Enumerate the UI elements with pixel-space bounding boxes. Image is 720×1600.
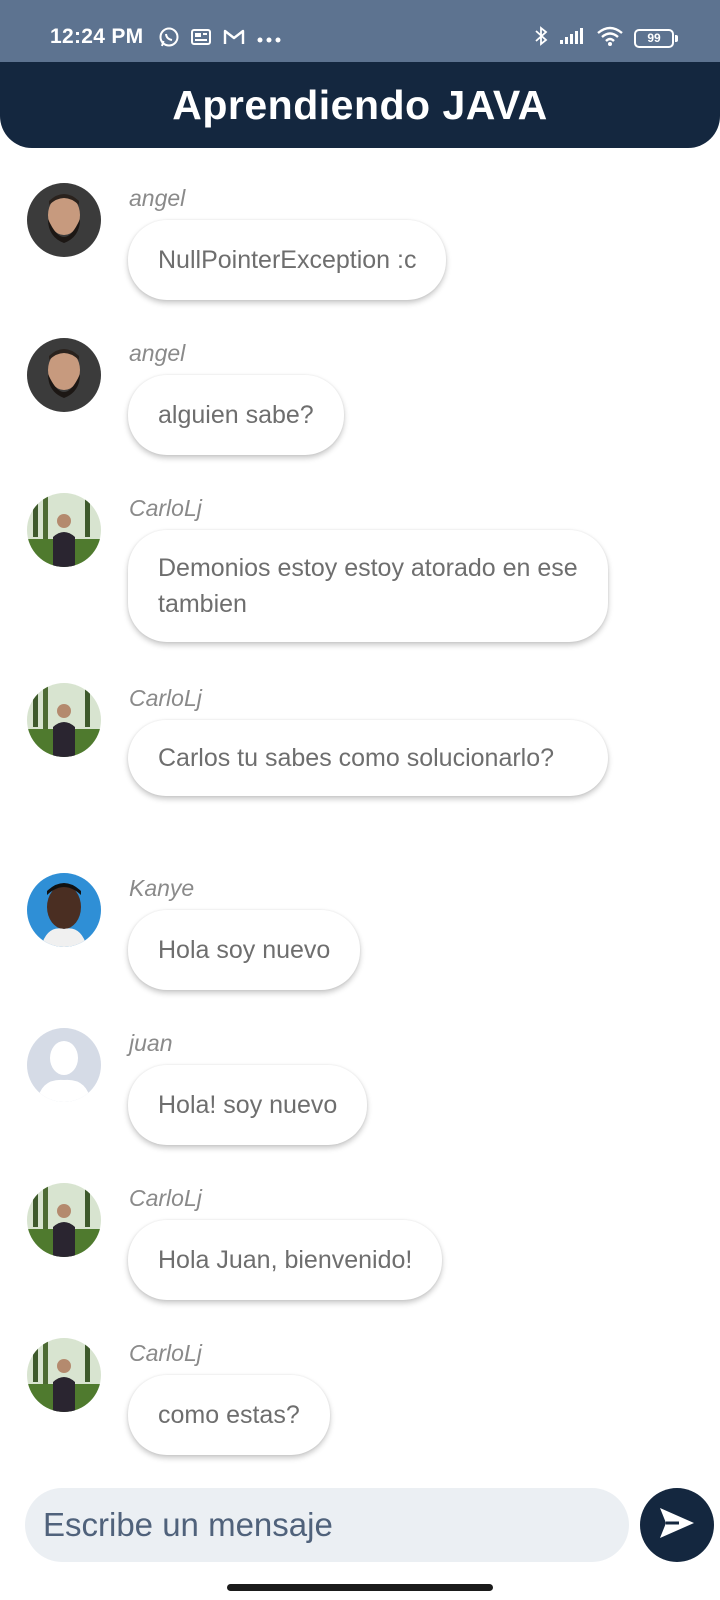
battery-icon: 99 [634, 29, 678, 48]
message-item: angel alguien sabe? [0, 335, 720, 490]
message-bubble[interactable]: Hola soy nuevo [128, 910, 361, 990]
message-item: Kanye Hola soy nuevo [0, 870, 720, 1025]
status-bar: 12:24 PM 99 [0, 0, 720, 62]
home-indicator[interactable] [227, 1584, 493, 1591]
sender-name: angel [129, 185, 186, 211]
message-bubble[interactable]: alguien sabe? [128, 375, 344, 455]
message-bubble[interactable]: como estas? [128, 1375, 330, 1455]
chat-header: Aprendiendo JAVA [0, 62, 720, 148]
message-item: CarloLj Carlos tu sabes como solucionarl… [0, 680, 720, 870]
message-list[interactable]: angel NullPointerException :c angel algu… [0, 180, 720, 1490]
whatsapp-icon [158, 26, 180, 53]
man-in-suit-garden-avatar[interactable] [27, 493, 101, 567]
message-bubble[interactable]: NullPointerException :c [128, 220, 447, 300]
message-bubble[interactable]: Hola Juan, bienvenido! [128, 1220, 443, 1300]
send-button[interactable] [640, 1488, 714, 1562]
message-bubble[interactable]: Carlos tu sabes como solucionarlo? [128, 720, 608, 796]
sender-name: Kanye [129, 875, 195, 901]
sender-name: angel [129, 340, 186, 366]
man-in-suit-garden-avatar[interactable] [27, 1338, 101, 1412]
message-input[interactable] [41, 1505, 605, 1545]
sender-name: juan [129, 1030, 173, 1056]
system-icons: 99 [534, 25, 678, 52]
more-dots-icon [256, 31, 282, 49]
message-item: CarloLj como estas? [0, 1335, 720, 1490]
notification-icons [158, 26, 282, 53]
sender-name: CarloLj [129, 1185, 202, 1211]
kanye-avatar[interactable] [27, 873, 101, 947]
sender-name: CarloLj [129, 495, 202, 521]
bearded-man-avatar[interactable] [27, 183, 101, 257]
news-icon [190, 27, 212, 52]
send-icon [657, 1505, 697, 1546]
bluetooth-icon [534, 25, 548, 52]
sender-name: CarloLj [129, 1340, 202, 1366]
default-user-avatar[interactable] [27, 1028, 101, 1102]
message-bubble[interactable]: Demonios estoy estoy atorado en ese tamb… [128, 530, 608, 642]
signal-icon [558, 26, 586, 51]
man-in-suit-garden-avatar[interactable] [27, 683, 101, 757]
message-item: juan Hola! soy nuevo [0, 1025, 720, 1180]
message-item: angel NullPointerException :c [0, 180, 720, 335]
bearded-man-avatar[interactable] [27, 338, 101, 412]
message-item: CarloLj Hola Juan, bienvenido! [0, 1180, 720, 1335]
message-bubble[interactable]: Hola! soy nuevo [128, 1065, 368, 1145]
message-composer [25, 1488, 629, 1562]
status-time: 12:24 PM [50, 25, 144, 48]
page-title: Aprendiendo JAVA [172, 81, 548, 128]
gmail-icon [222, 27, 246, 52]
message-item: CarloLj Demonios estoy estoy atorado en … [0, 490, 720, 680]
wifi-icon [596, 25, 624, 52]
man-in-suit-garden-avatar[interactable] [27, 1183, 101, 1257]
sender-name: CarloLj [129, 685, 202, 711]
